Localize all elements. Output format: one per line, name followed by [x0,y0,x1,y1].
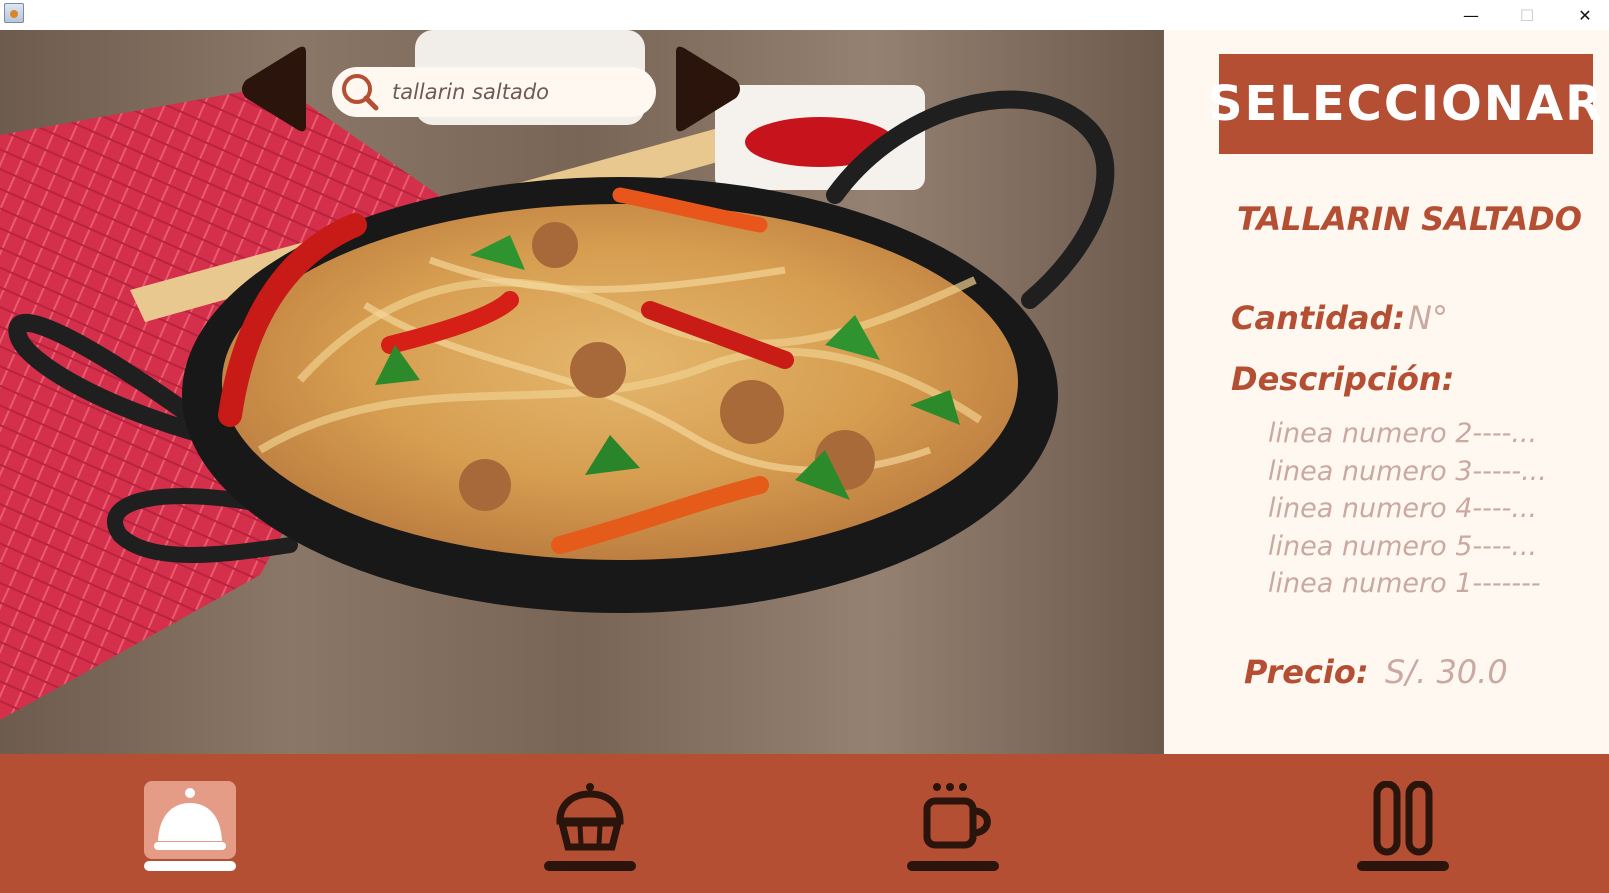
nav-main-dishes[interactable] [144,781,238,871]
right-arrow-icon [676,46,740,132]
description-lines: linea numero 2----... linea numero 3----… [1268,418,1547,606]
search-bar[interactable] [332,67,656,117]
description-line: linea numero 2----... [1268,418,1538,449]
nav-desserts[interactable] [544,781,638,871]
cupcake-icon [544,783,636,871]
quantity-value: N° [1408,299,1448,337]
next-dish-button[interactable] [668,42,746,136]
nav-hot-drinks[interactable] [907,781,1001,871]
search-icon [342,74,379,111]
java-app-icon [4,3,24,23]
previous-dish-button[interactable] [236,42,314,136]
coffee-cup-icon [907,783,999,871]
window-title-bar: — ☐ ✕ [0,0,1609,30]
description-line: linea numero 3-----... [1268,455,1547,487]
select-button[interactable]: SELECCIONAR [1208,54,1602,154]
dish-photo [0,30,1163,754]
minimize-button[interactable]: — [1448,0,1494,30]
description-line: linea numero 4----... [1268,493,1538,524]
close-button[interactable]: ✕ [1562,0,1608,30]
drinks-glasses-icon [1357,781,1449,871]
serving-cloche-icon [144,788,236,871]
maximize-button[interactable]: ☐ [1504,0,1550,30]
search-input[interactable] [392,75,642,109]
left-arrow-icon [242,46,306,132]
description-line: linea numero 5----... [1268,530,1538,562]
quantity-label: Cantidad: [1231,299,1406,337]
description-line: linea numero 1------- [1268,568,1541,599]
nav-drinks[interactable] [1357,781,1451,871]
food-photo-illustration [0,30,1163,754]
dish-title: TALLARIN SALTADO [1237,200,1582,238]
price-label: Precio: [1244,653,1369,691]
description-label: Descripción: [1231,360,1455,398]
price-value: S/. 30.0 [1385,653,1508,691]
